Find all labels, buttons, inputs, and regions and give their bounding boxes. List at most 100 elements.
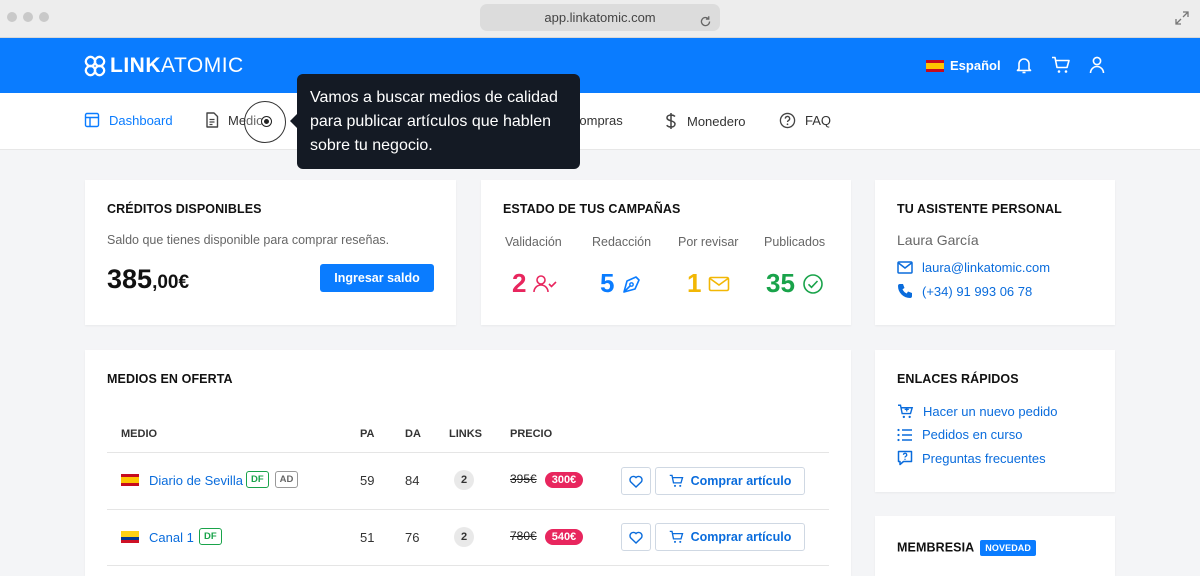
user-icon[interactable] <box>1089 56 1105 79</box>
credits-amount-int: 385 <box>107 264 153 294</box>
membership-title-text: MEMBRESIA <box>897 540 975 555</box>
pa-value: 51 <box>360 530 375 545</box>
new-badge: NOVEDAD <box>980 540 1037 556</box>
quick-link-orders-label: Pedidos en curso <box>922 427 1023 442</box>
tour-tooltip-text: Vamos a buscar medios de calidad para pu… <box>310 89 558 154</box>
nav-dashboard[interactable]: Dashboard <box>84 112 173 128</box>
cart-icon <box>669 530 684 543</box>
stat-validacion: Validación <box>505 233 562 251</box>
buy-article-button[interactable]: Comprar artículo <box>655 467 805 495</box>
redaccion-value: 5 <box>600 268 615 298</box>
favorite-button[interactable] <box>621 523 651 551</box>
quick-link-new-order[interactable]: Hacer un nuevo pedido <box>897 404 1057 419</box>
nav-monedero[interactable]: Monedero <box>664 112 746 130</box>
ad-tag: AD <box>274 471 299 488</box>
stat-validacion-label: Validación <box>505 235 562 249</box>
window-controls <box>7 12 49 22</box>
publicados-count[interactable]: 35 <box>766 268 824 299</box>
minimize-window-button[interactable] <box>23 12 33 22</box>
layout-icon <box>84 112 100 128</box>
nav-monedero-label: Monedero <box>687 113 746 129</box>
assistant-phone[interactable]: (+34) 91 993 06 78 <box>897 283 1032 299</box>
url-text: app.linkatomic.com <box>544 10 656 25</box>
publicados-value: 35 <box>766 268 795 298</box>
redaccion-count[interactable]: 5 <box>600 268 643 299</box>
assistant-title: TU ASISTENTE PERSONAL <box>897 202 1062 216</box>
dollar-icon <box>666 113 676 129</box>
links-count: 2 <box>454 470 474 490</box>
logo-light: ATOMIC <box>161 54 244 77</box>
membership-card: MEMBRESIA NOVEDAD <box>875 516 1115 576</box>
add-balance-button[interactable]: Ingresar saldo <box>320 264 434 292</box>
col-precio: PRECIO <box>510 428 553 440</box>
assistant-email[interactable]: laura@linkatomic.com <box>897 260 1050 275</box>
credits-subtitle: Saldo que tienes disponible para comprar… <box>107 233 390 247</box>
logo-icon <box>84 55 106 77</box>
credits-card: CRÉDITOS DISPONIBLES Saldo que tienes di… <box>85 180 456 325</box>
buy-article-button[interactable]: Comprar artículo <box>655 523 805 551</box>
validacion-value: 2 <box>512 268 527 298</box>
favorite-button[interactable] <box>621 467 651 495</box>
pen-tool-icon <box>623 275 641 293</box>
quick-link-faq[interactable]: Preguntas frecuentes <box>897 450 1046 466</box>
por-revisar-count[interactable]: 1 <box>687 268 730 299</box>
spain-flag-icon <box>121 474 139 486</box>
help-message-icon <box>897 450 913 466</box>
medio-name[interactable]: Diario de Sevilla <box>149 473 243 488</box>
tour-tooltip: Vamos a buscar medios de calidad para pu… <box>290 74 580 169</box>
dofollow-tag: DF <box>246 471 269 488</box>
credits-amount: 385,00€ <box>107 264 189 295</box>
buy-article-label: Comprar artículo <box>690 474 792 488</box>
col-pa: PA <box>360 428 375 440</box>
stat-por-revisar: Por revisar <box>678 233 738 251</box>
medio-name[interactable]: Canal 1 <box>149 530 194 545</box>
logo[interactable]: LINKATOMIC <box>84 54 244 78</box>
credits-amount-dec: ,00€ <box>152 272 190 293</box>
help-circle-icon <box>779 112 796 129</box>
mail-icon <box>709 276 730 291</box>
medio-name-text: Diario de Sevilla <box>149 473 243 488</box>
reload-icon[interactable] <box>699 10 712 37</box>
close-window-button[interactable] <box>7 12 17 22</box>
top-header: LINKATOMIC Español <box>0 38 1200 93</box>
pa-value: 59 <box>360 473 375 488</box>
phone-icon <box>898 284 912 298</box>
address-bar[interactable]: app.linkatomic.com <box>480 4 720 31</box>
logo-bold: LINK <box>110 54 161 77</box>
tour-hotspot[interactable] <box>262 117 271 126</box>
old-price: 395€ <box>510 472 537 486</box>
colombia-flag-icon <box>121 531 139 543</box>
maximize-window-button[interactable] <box>39 12 49 22</box>
stat-redaccion-label: Redacción <box>592 235 652 249</box>
dofollow-tag: DF <box>199 528 222 545</box>
fullscreen-icon[interactable] <box>1175 11 1189 30</box>
buy-article-label: Comprar artículo <box>690 530 792 544</box>
col-medio: MEDIO <box>121 428 158 440</box>
quick-link-faq-label: Preguntas frecuentes <box>922 450 1046 466</box>
nav-faq[interactable]: FAQ <box>779 112 831 129</box>
mail-icon <box>897 261 913 274</box>
da-value: 84 <box>405 473 420 488</box>
spain-flag-icon <box>926 59 944 72</box>
nav-dashboard-label: Dashboard <box>109 112 173 128</box>
assistant-card: TU ASISTENTE PERSONAL Laura García laura… <box>875 180 1115 325</box>
quick-link-orders[interactable]: Pedidos en curso <box>897 427 1022 442</box>
cart-icon[interactable] <box>1051 56 1071 79</box>
quick-links-title: ENLACES RÁPIDOS <box>897 372 1019 386</box>
stat-publicados-label: Publicados <box>764 235 826 249</box>
assistant-email-text: laura@linkatomic.com <box>922 260 1051 275</box>
old-price: 780€ <box>510 529 537 543</box>
cart-icon <box>669 474 684 487</box>
credits-title: CRÉDITOS DISPONIBLES <box>107 202 262 216</box>
col-da: DA <box>405 428 421 440</box>
table-row: Canal 1 DF 51 76 2 780€ 540€ Comprar artí… <box>85 510 851 566</box>
user-check-icon <box>533 274 558 292</box>
language-selector[interactable]: Español <box>926 58 1001 73</box>
check-circle-icon <box>803 273 823 294</box>
heart-icon <box>629 475 643 488</box>
main-nav: Dashboard Medios Compras Monedero FAQ <box>0 93 1200 150</box>
validacion-count[interactable]: 2 <box>512 268 558 299</box>
medio-name-text: Canal 1 <box>149 530 194 545</box>
bell-icon[interactable] <box>1015 56 1033 79</box>
stat-redaccion: Redacción <box>592 233 651 251</box>
